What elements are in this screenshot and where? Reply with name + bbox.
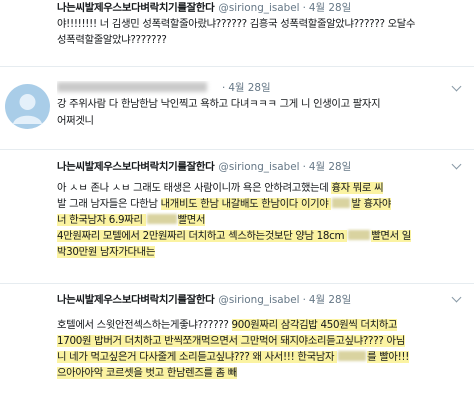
tweet-text-line: 강 주위사람 다 한남한남 낙인찍고 욕하고 다녀ㅋㅋㅋ 그게 니 인생이고 팔…: [57, 96, 380, 112]
redacted-text: [338, 351, 367, 361]
highlighted-text: 1700원 밥버거 더치하고 반씩쪼개먹으면서 그만먹어 돼지야소리듣고싶냐??…: [57, 335, 405, 347]
highlighted-text: 900원짜리 삼각김밥 450원씩 더치하고: [231, 319, 398, 331]
highlighted-text: 발 흉자야: [351, 198, 392, 210]
highlighted-text: 빨면서 일: [371, 230, 411, 242]
highlighted-text: 빨면서: [177, 214, 206, 226]
tweet-text-line: 너 한국남자 6.9짜리 빨면서: [57, 212, 206, 228]
separator-dot: ·: [302, 2, 306, 14]
tweet-divider: [0, 66, 474, 67]
text-segment: 발 그래 남자들은 다한남: [57, 198, 161, 210]
text-segment: 강 주위사람 다 한남한남 낙인찍고 욕하고 다녀ㅋㅋㅋ 그게 니 인생이고 팔…: [57, 98, 381, 110]
chevron-down-icon[interactable]: [451, 81, 462, 92]
user-handle[interactable]: @siriong_isabel: [218, 2, 299, 14]
display-name[interactable]: 나는씨발제우스보다벼락치기를잘한다: [57, 161, 215, 173]
chevron-down-icon[interactable]: [451, 292, 462, 303]
highlighted-text: 4만원짜리 모텔에서 2만원짜리 더치하고 섹스하는것보단 양남 18cm: [57, 230, 348, 242]
tweet-date[interactable]: 4월 28일: [309, 2, 351, 14]
tweet-text-line: 야!!!!!!!! 너 김생민 성폭력할줄아랐냐?????? 김흥국 성폭력할줄…: [57, 16, 415, 32]
highlighted-text: 으아아아악 코르셋을 벗고 한남렌즈를 좀 빼: [57, 367, 237, 379]
text-segment: 호텔에서 스윗안전섹스하는게좋냐??????: [57, 319, 232, 331]
separator-dot: ·: [302, 294, 306, 306]
text-segment: 아 ㅅㅂ 존나 ㅅㅂ 그래도 태생은 사람이니까 욕은 안하려고했는데: [57, 182, 332, 194]
highlighted-text: 흉자 뭐로 씨: [331, 182, 384, 194]
redacted-text: [332, 198, 351, 208]
display-name[interactable]: 나는씨발제우스보다벼락치기를잘한다: [57, 2, 215, 14]
tweet-text-line: 성폭력할줄알았냐???????: [57, 32, 167, 48]
highlighted-text: 니 네가 먹고싶은거 다사줄게 소리듣고싶냐??? 왜 사서!!! 한국남자: [57, 351, 338, 363]
tweet-header: 나는씨발제우스보다벼락치기를잘한다 @siriong_isabel · 4월 28일: [57, 293, 351, 308]
text-segment: 야!!!!!!!! 너 김생민 성폭력할줄아랐냐?????? 김흥국 성폭력할줄…: [57, 18, 416, 30]
separator-dot: ·: [222, 82, 226, 94]
tweet-header: 나는씨발제우스보다벼락치기를잘한다 @siriong_isabel · 4월 28일: [57, 1, 351, 16]
redacted-display-name: [57, 82, 207, 92]
tweet-date[interactable]: 4월 28일: [228, 82, 270, 94]
tweet-date[interactable]: 4월 28일: [309, 161, 351, 173]
tweet-text-line: 어쩌겟니: [57, 113, 94, 129]
separator-dot: ·: [302, 161, 306, 173]
text-segment: 어쩌겟니: [57, 115, 94, 127]
tweet-header: 나는씨발제우스보다벼락치기를잘한다 @siriong_isabel · 4월 28일: [57, 160, 351, 175]
highlighted-text: 를 빨아!!!: [367, 351, 410, 363]
display-name[interactable]: 나는씨발제우스보다벼락치기를잘한다: [57, 294, 215, 306]
redacted-text: [348, 230, 371, 240]
highlighted-text: 박30만원 남자가다내는: [57, 246, 156, 258]
tweet-text-line: 박30만원 남자가다내는: [57, 244, 156, 260]
tweet-text-line: 호텔에서 스윗안전섹스하는게좋냐?????? 900원짜리 삼각김밥 450원씩…: [57, 317, 398, 333]
user-handle[interactable]: @siriong_isabel: [218, 161, 299, 173]
highlighted-text: 내개비도 한남 내갈배도 한남이다 이기야: [160, 198, 332, 210]
default-avatar-icon[interactable]: [5, 84, 50, 129]
chevron-down-icon[interactable]: [451, 159, 462, 170]
tweet-date[interactable]: 4월 28일: [309, 294, 351, 306]
tweet-header: · 4월 28일: [57, 81, 271, 96]
tweet-text-line: 4만원짜리 모텔에서 2만원짜리 더치하고 섹스하는것보단 양남 18cm 빨면…: [57, 228, 411, 244]
tweet-text-line: 발 그래 남자들은 다한남 내개비도 한남 내갈배도 한남이다 이기야 발 흉자…: [57, 196, 392, 212]
tweet-text-line: 아 ㅅㅂ 존나 ㅅㅂ 그래도 태생은 사람이니까 욕은 안하려고했는데 흉자 뭐…: [57, 180, 384, 196]
tweet-divider: [0, 149, 474, 150]
redacted-text: [146, 214, 177, 224]
tweet-text-line: 1700원 밥버거 더치하고 반씩쪼개먹으면서 그만먹어 돼지야소리듣고싶냐??…: [57, 333, 405, 349]
tweet-divider: [0, 283, 474, 284]
text-segment: 성폭력할줄알았냐???????: [57, 34, 167, 46]
user-handle[interactable]: @siriong_isabel: [218, 294, 299, 306]
tweet-text-line: 니 네가 먹고싶은거 다사줄게 소리듣고싶냐??? 왜 사서!!! 한국남자 를…: [57, 349, 410, 365]
tweet-text-line: 으아아아악 코르셋을 벗고 한남렌즈를 좀 빼: [57, 365, 237, 381]
highlighted-text: 너 한국남자 6.9짜리: [57, 214, 146, 226]
